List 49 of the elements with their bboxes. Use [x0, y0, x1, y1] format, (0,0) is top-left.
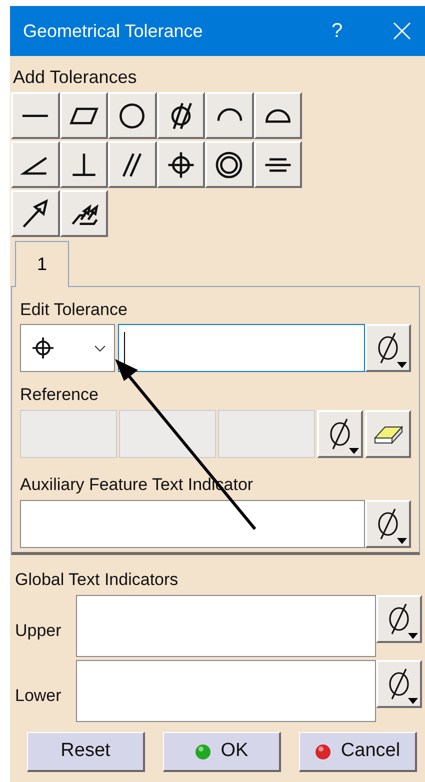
tolerance-button[interactable] [108, 141, 156, 188]
auxiliary-text-input[interactable] [20, 500, 365, 548]
field-label: Upper [15, 620, 62, 642]
dropdown-triangle-icon [349, 448, 359, 454]
text-indicator-input[interactable] [76, 595, 376, 657]
dialog-button[interactable]: OK [163, 732, 281, 772]
diameter-menu-button[interactable] [376, 595, 422, 643]
tab[interactable]: 1 [15, 241, 69, 287]
diameter-menu-button[interactable] [376, 660, 422, 708]
close-icon [393, 22, 411, 40]
help-button[interactable]: ? [317, 16, 357, 46]
diameter-menu-button[interactable] [317, 410, 363, 458]
eraser-button[interactable] [365, 410, 411, 458]
field-label: Reference [20, 384, 100, 406]
tolerance-button[interactable] [60, 92, 108, 139]
dialog-button[interactable]: Cancel [299, 732, 417, 772]
tolerance-button[interactable] [108, 92, 156, 139]
dialog-button[interactable]: Reset [27, 732, 145, 772]
field-label: Edit Tolerance [20, 299, 128, 321]
tolerance-button[interactable] [156, 141, 205, 188]
tolerance-button[interactable] [156, 92, 205, 139]
window-title: Geometrical Tolerance [23, 20, 204, 42]
text-indicator-input[interactable] [76, 660, 376, 722]
dropdown-triangle-icon [397, 362, 407, 368]
dropdown-triangle-icon [408, 633, 418, 639]
status-dot-icon [194, 744, 211, 760]
diameter-menu-button[interactable] [365, 324, 411, 372]
tolerance-button[interactable] [11, 141, 60, 188]
arc-icon [216, 108, 242, 123]
line-icon [21, 112, 50, 118]
text-cursor [124, 332, 125, 364]
field-label: Lower [15, 685, 62, 708]
tolerance-button[interactable] [11, 92, 60, 139]
status-dot-icon [314, 744, 331, 760]
tolerance-button[interactable] [205, 92, 254, 139]
symbol-dropdown[interactable] [20, 324, 115, 372]
tolerance-button[interactable] [11, 190, 60, 237]
tolerance-input[interactable] [118, 324, 365, 372]
section-label: Add Tolerances [12, 66, 138, 89]
tolerance-button[interactable] [60, 141, 108, 188]
tolerance-button[interactable] [60, 190, 108, 237]
dropdown-triangle-icon [397, 538, 407, 544]
tolerance-button[interactable] [205, 141, 254, 188]
diameter-menu-button[interactable] [365, 500, 411, 548]
tolerance-button[interactable] [254, 92, 302, 139]
chevron-down-icon [94, 344, 106, 352]
dropdown-triangle-icon [408, 698, 418, 704]
tolerance-button[interactable] [254, 141, 302, 188]
section-label: Global Text Indicators [14, 569, 180, 591]
